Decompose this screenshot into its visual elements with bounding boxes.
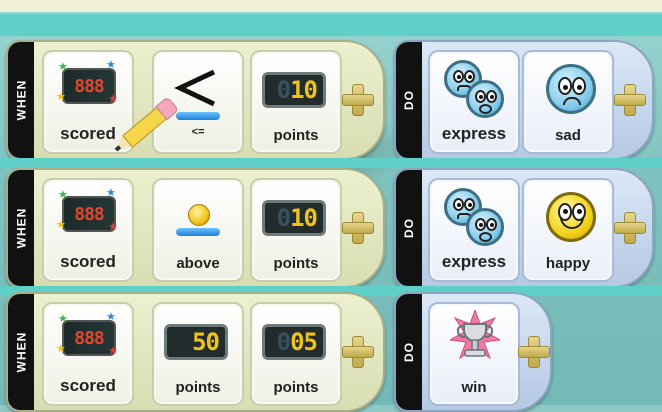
- add-tile-plus-icon[interactable]: [518, 336, 550, 368]
- sad-tile[interactable]: sad: [522, 50, 614, 154]
- points-tile[interactable]: 0 05 points: [250, 302, 342, 406]
- tile-label: points: [273, 255, 319, 272]
- tile-label: sad: [555, 127, 581, 144]
- do-tab: DO: [396, 170, 422, 286]
- express-tile[interactable]: express: [428, 178, 520, 282]
- scored-tile[interactable]: 888 ★ ★ ★ ★ scored: [42, 302, 134, 406]
- scoreboard-icon: 888 ★ ★ ★ ★: [56, 187, 118, 233]
- points-tile[interactable]: 0 10 points: [250, 178, 342, 282]
- win-tile[interactable]: win: [428, 302, 520, 406]
- do-tab: DO: [396, 42, 422, 158]
- add-tile-plus-icon[interactable]: [614, 212, 646, 244]
- above-tile[interactable]: above: [152, 178, 244, 282]
- tile-label: express: [441, 252, 507, 271]
- add-tile-plus-icon[interactable]: [342, 212, 374, 244]
- add-tile-plus-icon[interactable]: [614, 84, 646, 116]
- when-panel[interactable]: WHEN 888 ★ ★ ★ ★ scored <= 0 10 points: [6, 40, 385, 160]
- row-separator: [0, 14, 662, 36]
- tile-label: happy: [545, 255, 591, 272]
- tile-label: points: [273, 127, 319, 144]
- tile-label: points: [175, 379, 221, 396]
- do-panel[interactable]: DO express happy: [394, 168, 654, 288]
- tile-label: win: [461, 379, 487, 396]
- tile-label: <=: [191, 126, 205, 138]
- previous-rule-strip: [0, 0, 662, 12]
- add-tile-plus-icon[interactable]: [342, 84, 374, 116]
- number-display: 0 05: [262, 324, 326, 360]
- tile-label: scored: [60, 252, 116, 271]
- tile-label: express: [441, 124, 507, 143]
- scored-tile[interactable]: 888 ★ ★ ★ ★ scored: [42, 178, 134, 282]
- equal-bar-icon: [176, 112, 220, 120]
- do-panel[interactable]: DO win: [394, 292, 552, 412]
- scoreboard-icon: 888 ★ ★ ★ ★: [56, 311, 118, 357]
- do-tab: DO: [396, 294, 422, 410]
- do-panel[interactable]: DO express sad: [394, 40, 654, 160]
- trophy-icon: [450, 310, 500, 360]
- happy-tile[interactable]: happy: [522, 178, 614, 282]
- when-tab: WHEN: [8, 170, 34, 286]
- number-display: 50: [164, 324, 228, 360]
- number-display: 0 10: [262, 200, 326, 236]
- tile-label: points: [273, 379, 319, 396]
- ground-bar-icon: [176, 228, 220, 236]
- tile-label: above: [176, 255, 220, 272]
- when-panel[interactable]: WHEN 888 ★ ★ ★ ★ scored 50 points 0 05 po…: [6, 292, 385, 412]
- when-tab: WHEN: [8, 42, 34, 158]
- scoreboard-icon: 888 ★ ★ ★ ★: [56, 59, 118, 105]
- happy-face-icon: [546, 192, 596, 242]
- tile-label: scored: [60, 376, 116, 395]
- above-ball-icon: [188, 204, 210, 226]
- number-display: 0 10: [262, 72, 326, 108]
- express-tile[interactable]: express: [428, 50, 520, 154]
- row-separator: [0, 158, 662, 168]
- when-panel[interactable]: WHEN 888 ★ ★ ★ ★ scored above 0 10 points: [6, 168, 385, 288]
- points-tile[interactable]: 0 10 points: [250, 50, 342, 154]
- sad-face-icon: [546, 64, 596, 114]
- points-tile[interactable]: 50 points: [152, 302, 244, 406]
- when-tab: WHEN: [8, 294, 34, 410]
- add-tile-plus-icon[interactable]: [342, 336, 374, 368]
